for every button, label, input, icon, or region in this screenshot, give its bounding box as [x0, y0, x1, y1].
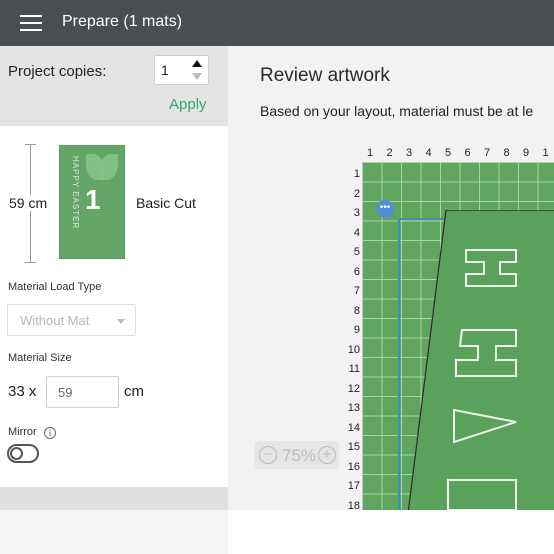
- top-bar: Prepare (1 mats): [0, 0, 554, 46]
- zoom-control: − 75% +: [255, 441, 339, 469]
- bottom-left-area: [0, 510, 228, 554]
- mirror-toggle[interactable]: [7, 444, 39, 463]
- column-number: 9: [522, 147, 530, 159]
- chevron-down-icon: [117, 319, 125, 324]
- review-title: Review artwork: [260, 65, 390, 86]
- review-subtitle: Based on your layout, material must be a…: [260, 103, 534, 119]
- mat-length-label: 59 cm: [8, 195, 49, 211]
- zoom-level: 75%: [282, 446, 317, 465]
- review-panel: Review artwork Based on your layout, mat…: [228, 46, 554, 510]
- row-number: 3: [353, 207, 360, 219]
- more-options-icon[interactable]: •••: [376, 200, 394, 218]
- column-number: 1: [366, 147, 374, 159]
- row-number: 15: [347, 441, 360, 453]
- left-panel-footer: [0, 487, 228, 510]
- row-number: 2: [353, 187, 360, 200]
- row-number: 1: [353, 168, 360, 180]
- row-number: 5: [353, 246, 360, 258]
- ruler-tick: [25, 144, 36, 145]
- row-number: 17: [347, 480, 360, 492]
- row-number: 12: [347, 382, 360, 395]
- column-number: 6: [464, 147, 471, 159]
- mat-thumbnail[interactable]: HAPPY EASTER 1: [60, 146, 124, 258]
- row-number: 4: [353, 226, 360, 239]
- page-title: Prepare (1 mats): [62, 13, 183, 30]
- project-copies-input[interactable]: 1: [154, 55, 209, 85]
- mirror-label: Mirror: [8, 426, 37, 438]
- column-number: 2: [386, 147, 393, 159]
- mat-thumbnail-artwork-text: HAPPY EASTER: [71, 156, 80, 230]
- cut-type-label: Basic Cut: [136, 195, 196, 211]
- ruler-tick: [25, 262, 36, 263]
- material-length-input[interactable]: 59: [46, 376, 119, 408]
- project-copies-value: 1: [161, 62, 169, 78]
- zoom-in-button[interactable]: +: [318, 446, 336, 464]
- mat-number: 1: [85, 184, 101, 215]
- material-width: 33 x: [8, 383, 37, 400]
- zoom-out-button[interactable]: −: [259, 446, 277, 464]
- row-number: 6: [353, 265, 360, 278]
- material-load-type-label: Material Load Type: [8, 281, 102, 293]
- column-number: 3: [405, 147, 413, 159]
- material-size-label: Material Size: [8, 352, 72, 364]
- row-number: 7: [353, 285, 360, 297]
- row-number: 14: [347, 421, 360, 434]
- column-number: 7: [483, 147, 491, 159]
- hamburger-menu-icon[interactable]: [20, 14, 42, 31]
- material-load-type-value: Without Mat: [20, 313, 90, 328]
- toggle-knob: [10, 447, 23, 460]
- row-number: 11: [348, 363, 360, 375]
- row-number: 8: [353, 304, 360, 317]
- column-number: 4: [425, 147, 432, 159]
- row-number: 18: [347, 499, 360, 511]
- artwork-image[interactable]: [396, 210, 554, 510]
- column-number: 1: [542, 147, 549, 159]
- project-copies-section: Project copies: 1 Apply: [0, 46, 228, 126]
- leaf-shape: [100, 154, 118, 180]
- material-unit: cm: [124, 383, 144, 400]
- row-number: 16: [347, 460, 360, 473]
- apply-button[interactable]: Apply: [169, 96, 207, 113]
- left-panel: Project copies: 1 Apply 59 cm HAPPY EAST…: [0, 46, 228, 510]
- column-number: 8: [503, 147, 510, 159]
- info-icon[interactable]: i: [44, 427, 56, 439]
- decrement-arrow-icon[interactable]: [192, 73, 202, 80]
- column-number: 5: [444, 147, 452, 159]
- row-number: 10: [347, 343, 360, 356]
- project-copies-label: Project copies:: [8, 63, 107, 80]
- increment-arrow-icon[interactable]: [192, 60, 202, 67]
- material-load-type-select[interactable]: Without Mat: [7, 304, 136, 336]
- material-length-value: 59: [58, 385, 73, 400]
- row-number: 9: [353, 324, 360, 336]
- row-number: 13: [347, 402, 360, 414]
